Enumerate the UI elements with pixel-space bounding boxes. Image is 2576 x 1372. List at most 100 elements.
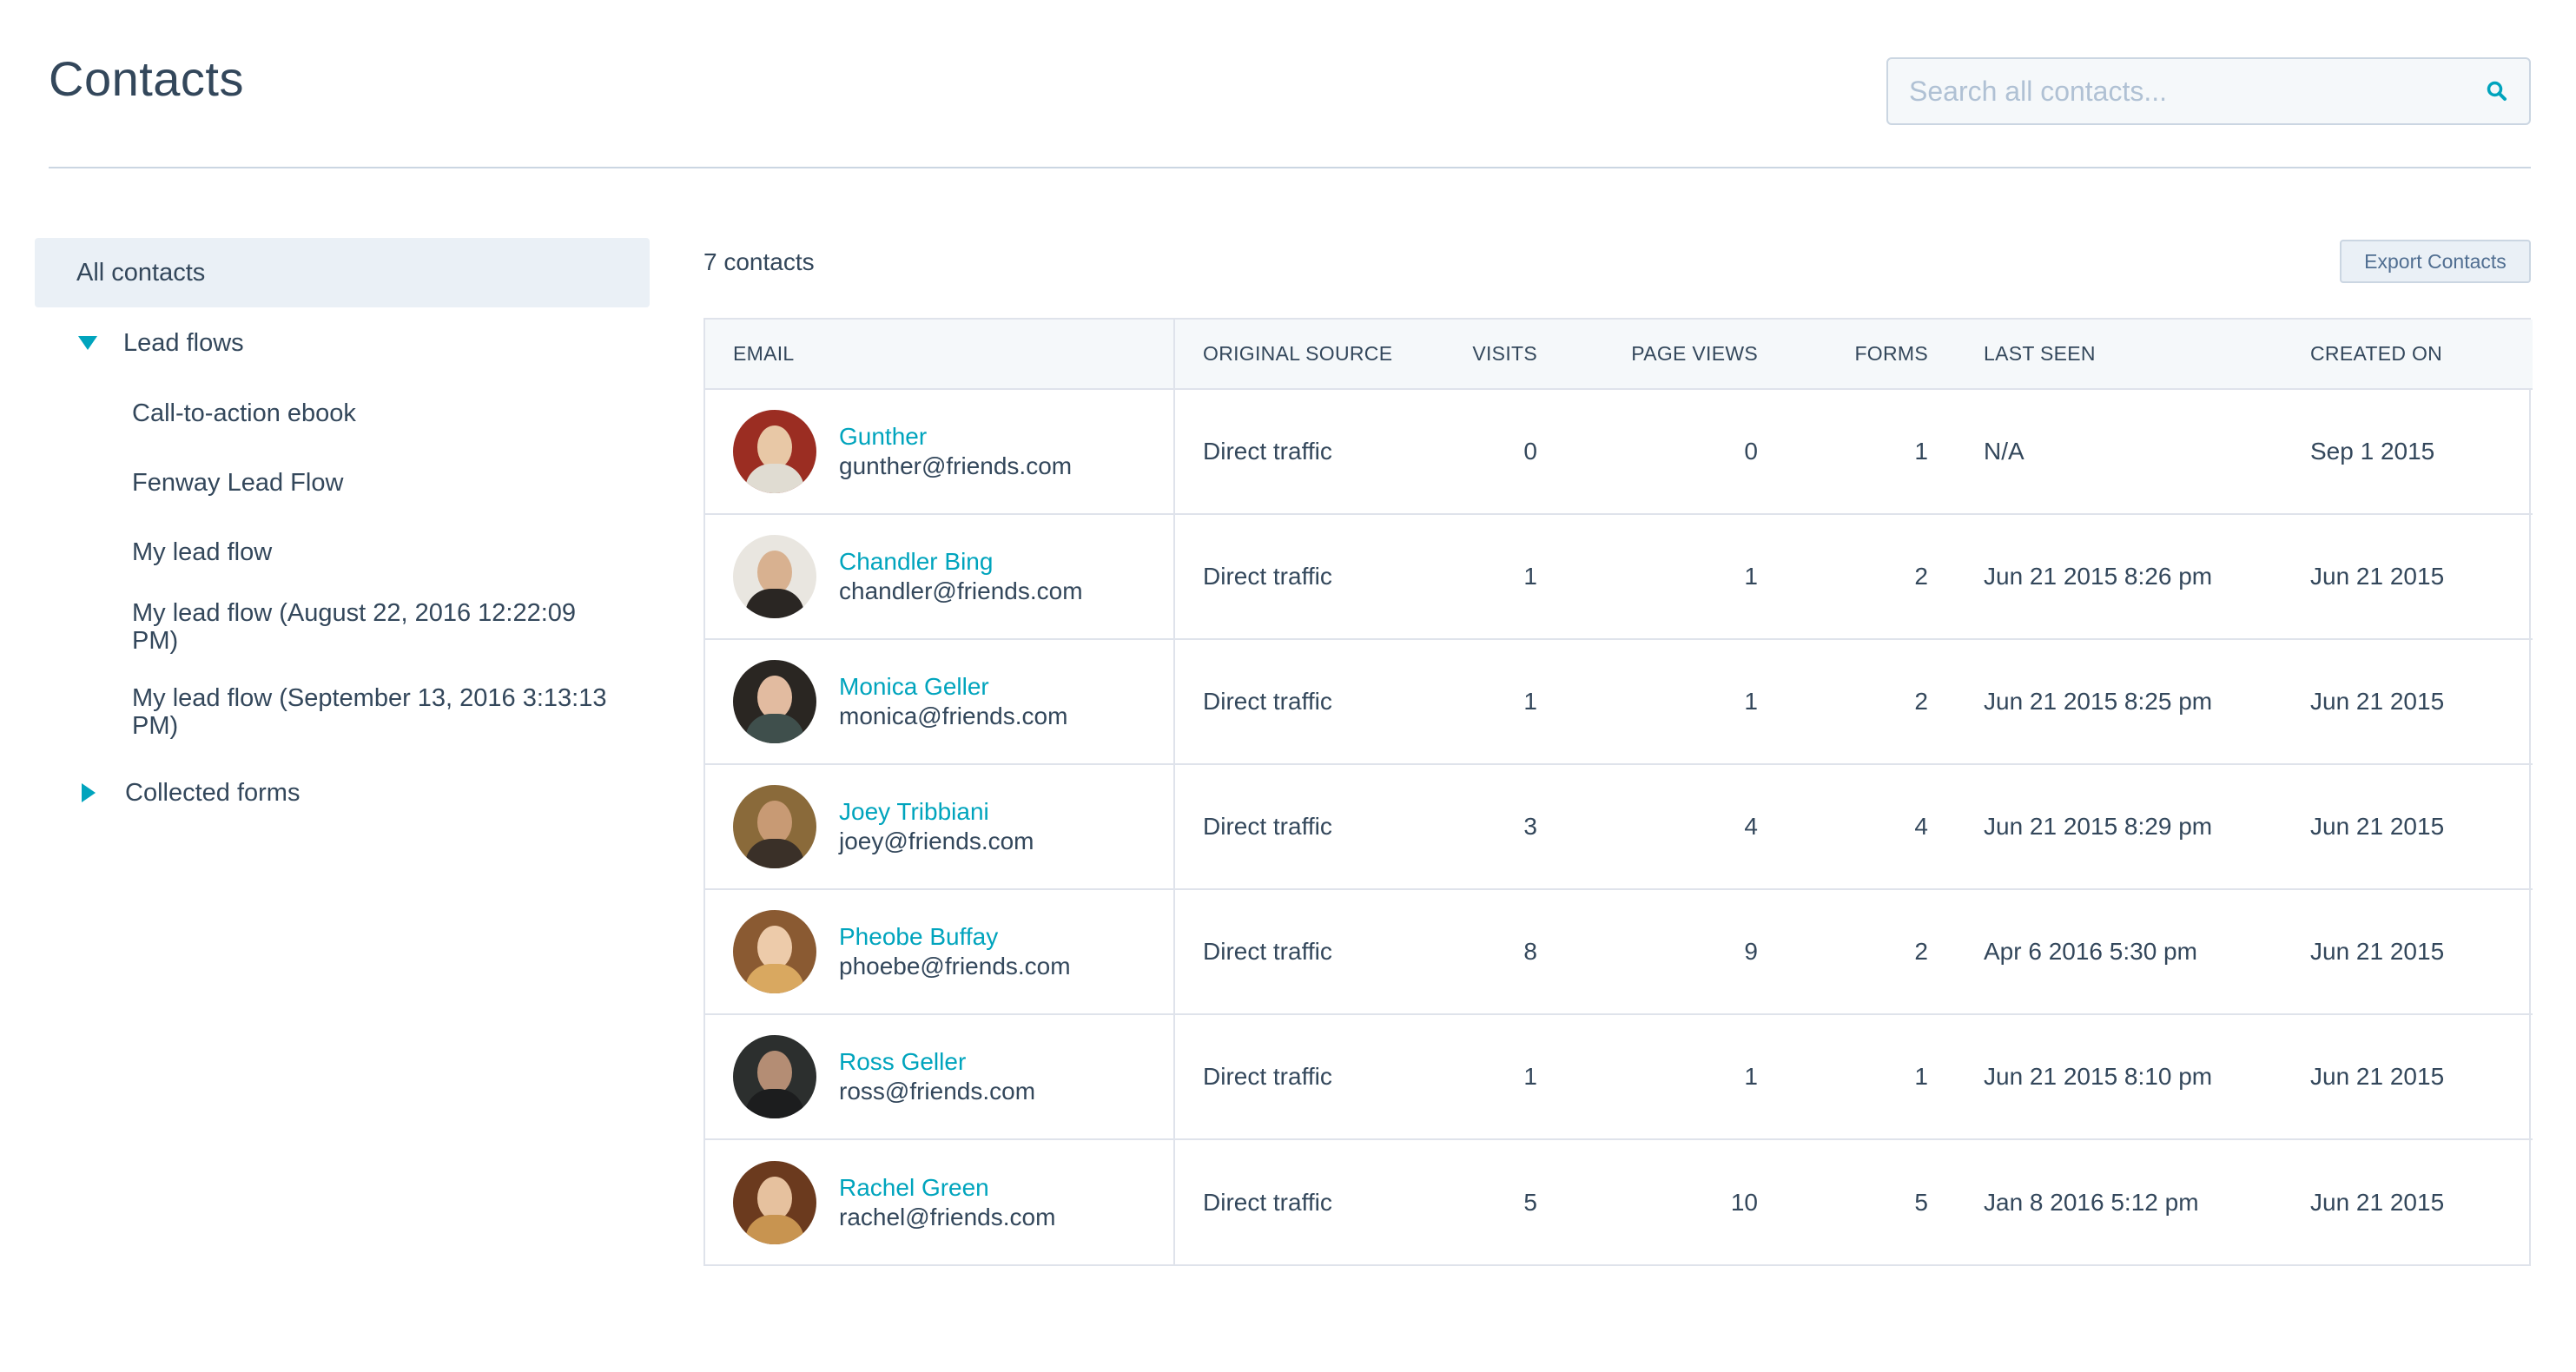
- contact-name-link[interactable]: Chandler Bing: [839, 547, 1083, 577]
- avatar-body: [745, 1089, 804, 1118]
- email-cell: Rachel Green rachel@friends.com: [705, 1139, 1175, 1264]
- contact-name-link[interactable]: Rachel Green: [839, 1173, 1055, 1203]
- column-header-visits[interactable]: VISITS: [1443, 320, 1565, 390]
- column-header-last-seen[interactable]: LAST SEEN: [1956, 320, 2282, 390]
- avatar-face: [757, 926, 792, 969]
- created-on-cell: Jun 21 2015: [2282, 889, 2533, 1015]
- avatar[interactable]: [733, 535, 816, 618]
- email-cell: Chandler Bing chandler@friends.com: [705, 514, 1175, 640]
- table-row[interactable]: Ross Geller ross@friends.com Direct traffi…: [705, 1014, 2533, 1140]
- search-icon[interactable]: [2484, 78, 2510, 104]
- contact-email: rachel@friends.com: [839, 1203, 1056, 1230]
- contact-name-link[interactable]: Gunther: [839, 422, 1072, 452]
- created-on-cell: Jun 21 2015: [2282, 764, 2533, 890]
- contact-info: Chandler Bing chandler@friends.com: [839, 547, 1083, 606]
- sidebar-item-lead-flow[interactable]: My lead flow (August 22, 2016 12:22:09 P…: [35, 587, 650, 672]
- column-header-forms[interactable]: FORMS: [1786, 320, 1956, 390]
- original-source-cell: Direct traffic: [1174, 639, 1443, 765]
- sidebar-item-lead-flow[interactable]: Call-to-action ebook: [35, 379, 650, 448]
- contact-info: Gunther gunther@friends.com: [839, 422, 1072, 481]
- forms-cell: 2: [1786, 889, 1956, 1015]
- header-divider: [49, 167, 2531, 168]
- original-source-cell: Direct traffic: [1174, 1014, 1443, 1140]
- last-seen-cell: Jun 21 2015 8:29 pm: [1956, 764, 2282, 890]
- sidebar-group-lead-flows[interactable]: Lead flows: [35, 307, 650, 379]
- table-row[interactable]: Rachel Green rachel@friends.com Direct tra…: [705, 1139, 2533, 1264]
- original-source-cell: Direct traffic: [1174, 389, 1443, 515]
- contact-email: ross@friends.com: [839, 1078, 1036, 1105]
- email-cell: Ross Geller ross@friends.com: [705, 1014, 1175, 1140]
- original-source-cell: Direct traffic: [1203, 1188, 1332, 1216]
- contact-email: joey@friends.com: [839, 828, 1034, 854]
- avatar-body: [745, 839, 804, 868]
- table-row[interactable]: Joey Tribbiani joey@friends.com Direct tra…: [705, 764, 2533, 890]
- contact-cell: Ross Geller ross@friends.com: [733, 1035, 1146, 1118]
- forms-cell: 1: [1786, 389, 1956, 515]
- email-cell: Gunther gunther@friends.com: [705, 389, 1175, 515]
- sidebar-group-collected-forms[interactable]: Collected forms: [35, 757, 650, 828]
- column-header-page-views[interactable]: PAGE VIEWS: [1565, 320, 1786, 390]
- sidebar: All contacts Lead flows Call-to-action e…: [35, 238, 650, 828]
- visits-cell: 1: [1443, 1014, 1565, 1140]
- avatar[interactable]: [733, 410, 816, 493]
- visits-cell: 8: [1443, 889, 1565, 1015]
- email-cell: Joey Tribbiani joey@friends.com: [705, 764, 1175, 890]
- contact-email: chandler@friends.com: [839, 577, 1083, 604]
- avatar[interactable]: [733, 1035, 816, 1118]
- table-row[interactable]: Pheobe Buffay phoebe@friends.com Direct tr…: [705, 889, 2533, 1015]
- contact-cell: Gunther gunther@friends.com: [733, 410, 1146, 493]
- avatar[interactable]: [733, 910, 816, 993]
- forms-cell: 4: [1786, 764, 1956, 890]
- avatar[interactable]: [733, 785, 816, 868]
- avatar[interactable]: [733, 1160, 816, 1244]
- search-box[interactable]: [1886, 57, 2531, 125]
- contact-cell: Pheobe Buffay phoebe@friends.com: [733, 910, 1146, 993]
- table-row[interactable]: Chandler Bing chandler@friends.com Direct …: [705, 514, 2533, 640]
- last-seen-cell: Jun 21 2015 8:10 pm: [1956, 1014, 2282, 1140]
- sidebar-item-lead-flow[interactable]: My lead flow (September 13, 2016 3:13:13…: [35, 672, 650, 757]
- page-views-cell: 1: [1565, 514, 1786, 640]
- avatar-face: [757, 551, 792, 594]
- original-source-cell: Direct traffic: [1174, 514, 1443, 640]
- contact-email: monica@friends.com: [839, 702, 1068, 729]
- column-header-original-source[interactable]: ORIGINAL SOURCE: [1174, 320, 1443, 390]
- caret-down-icon[interactable]: [78, 336, 97, 350]
- table-header-row: EMAIL ORIGINAL SOURCE VISITS PAGE VIEWS …: [705, 320, 2533, 390]
- created-on-cell: Jun 21 2015: [2282, 514, 2533, 640]
- column-header-email[interactable]: EMAIL: [705, 320, 1175, 390]
- sidebar-item-lead-flow[interactable]: Fenway Lead Flow: [35, 448, 650, 518]
- sidebar-item-lead-flow[interactable]: My lead flow: [35, 518, 650, 587]
- page-views-cell: 10: [1730, 1188, 1758, 1216]
- table-row[interactable]: Monica Geller monica@friends.com Direct tr…: [705, 639, 2533, 765]
- avatar[interactable]: [733, 660, 816, 743]
- contact-name-link[interactable]: Pheobe Buffay: [839, 922, 1071, 952]
- created-on-cell: Jun 21 2015: [2310, 1188, 2445, 1216]
- visits-cell: 1: [1443, 639, 1565, 765]
- table-row[interactable]: Gunther gunther@friends.com Direct traffic…: [705, 389, 2533, 515]
- contact-name-link[interactable]: Ross Geller: [839, 1047, 1035, 1077]
- avatar-body: [745, 464, 804, 493]
- page-views-cell: 1: [1565, 1014, 1786, 1140]
- contact-cell: Chandler Bing chandler@friends.com: [733, 535, 1146, 618]
- contact-info: Ross Geller ross@friends.com: [839, 1047, 1035, 1106]
- last-seen-cell: N/A: [1956, 389, 2282, 515]
- page-views-cell: 1: [1565, 639, 1786, 765]
- export-contacts-button[interactable]: Export Contacts: [2340, 240, 2531, 283]
- caret-right-icon[interactable]: [82, 783, 96, 802]
- column-header-created-on[interactable]: CREATED ON: [2282, 320, 2533, 390]
- avatar-body: [745, 1214, 804, 1244]
- contacts-table: EMAIL ORIGINAL SOURCE VISITS PAGE VIEWS …: [703, 318, 2533, 1266]
- last-seen-cell: Jan 8 2016 5:12 pm: [1984, 1188, 2199, 1216]
- contact-name-link[interactable]: Monica Geller: [839, 672, 1067, 702]
- page-title: Contacts: [49, 51, 244, 106]
- sidebar-item-all-contacts[interactable]: All contacts: [35, 238, 650, 307]
- avatar-body: [745, 589, 804, 618]
- original-source-cell: Direct traffic: [1174, 889, 1443, 1015]
- original-source-cell: Direct traffic: [1174, 764, 1443, 890]
- contacts-page: Contacts All contacts Lead flows Call-to…: [0, 0, 2576, 1372]
- contact-cell: Monica Geller monica@friends.com: [733, 660, 1146, 743]
- contact-name-link[interactable]: Joey Tribbiani: [839, 797, 1034, 827]
- search-input[interactable]: [1907, 74, 2484, 109]
- page-views-cell: 9: [1565, 889, 1786, 1015]
- last-seen-cell: Jun 21 2015 8:26 pm: [1956, 514, 2282, 640]
